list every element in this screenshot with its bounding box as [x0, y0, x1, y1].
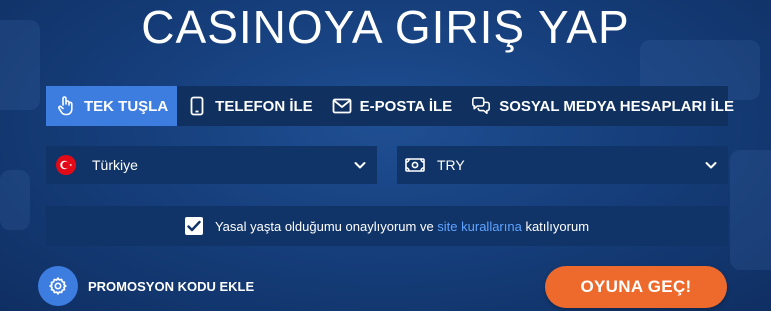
age-agreement-row: Yasal yaşta olduğumu onaylıyorum ve site…	[46, 206, 728, 246]
tab-one-click[interactable]: TEK TUŞLA	[46, 86, 178, 126]
tab-phone[interactable]: TELEFON İLE	[177, 86, 322, 126]
agreement-text-before: Yasal yaşta olduğumu onaylıyorum ve	[214, 218, 438, 234]
page-title: CASINOYA GIRIŞ YAP	[141, 1, 630, 53]
tab-social-media[interactable]: SOSYAL MEDYA HESAPLARI İLE	[461, 86, 743, 126]
agreement-text: Yasal yaşta olduğumu onaylıyorum ve site…	[215, 219, 589, 234]
tab-label: TELEFON İLE	[215, 97, 313, 115]
site-rules-link[interactable]: site kurallarına	[437, 219, 522, 234]
checkmark-icon	[187, 220, 201, 232]
currency-select[interactable]: TRY	[397, 146, 728, 184]
agreement-checkbox[interactable]	[184, 217, 203, 235]
chevron-down-icon	[705, 162, 717, 169]
chat-bubbles-icon	[471, 95, 491, 117]
country-value: Türkiye	[92, 157, 138, 173]
background-decoration	[730, 150, 771, 270]
tab-label: E-POSTA İLE	[359, 97, 453, 115]
phone-icon	[187, 95, 207, 117]
tab-label: TEK TUŞLA	[84, 97, 169, 115]
currency-value: TRY	[437, 157, 465, 173]
tab-email[interactable]: E-POSTA İLE	[322, 86, 462, 126]
money-icon	[405, 158, 425, 172]
envelope-icon	[332, 95, 352, 117]
promo-label: PROMOSYON KODU EKLE	[88, 278, 255, 294]
turkey-flag-icon	[56, 155, 76, 175]
agreement-text-after: katılıyorum	[521, 218, 590, 234]
tab-label: SOSYAL MEDYA HESAPLARI İLE	[499, 97, 734, 115]
login-method-tabs: TEK TUŞLA TELEFON İLE E-POSTA İLE SOSYAL…	[46, 86, 734, 126]
play-now-button[interactable]: OYUNA GEÇ!	[545, 266, 727, 308]
background-decoration	[0, 170, 30, 230]
chevron-down-icon	[354, 162, 366, 169]
add-promo-code-button[interactable]: PROMOSYON KODU EKLE	[38, 266, 254, 306]
country-select[interactable]: Türkiye	[46, 146, 377, 184]
gear-icon	[38, 266, 78, 306]
hand-pointer-icon	[56, 95, 76, 117]
